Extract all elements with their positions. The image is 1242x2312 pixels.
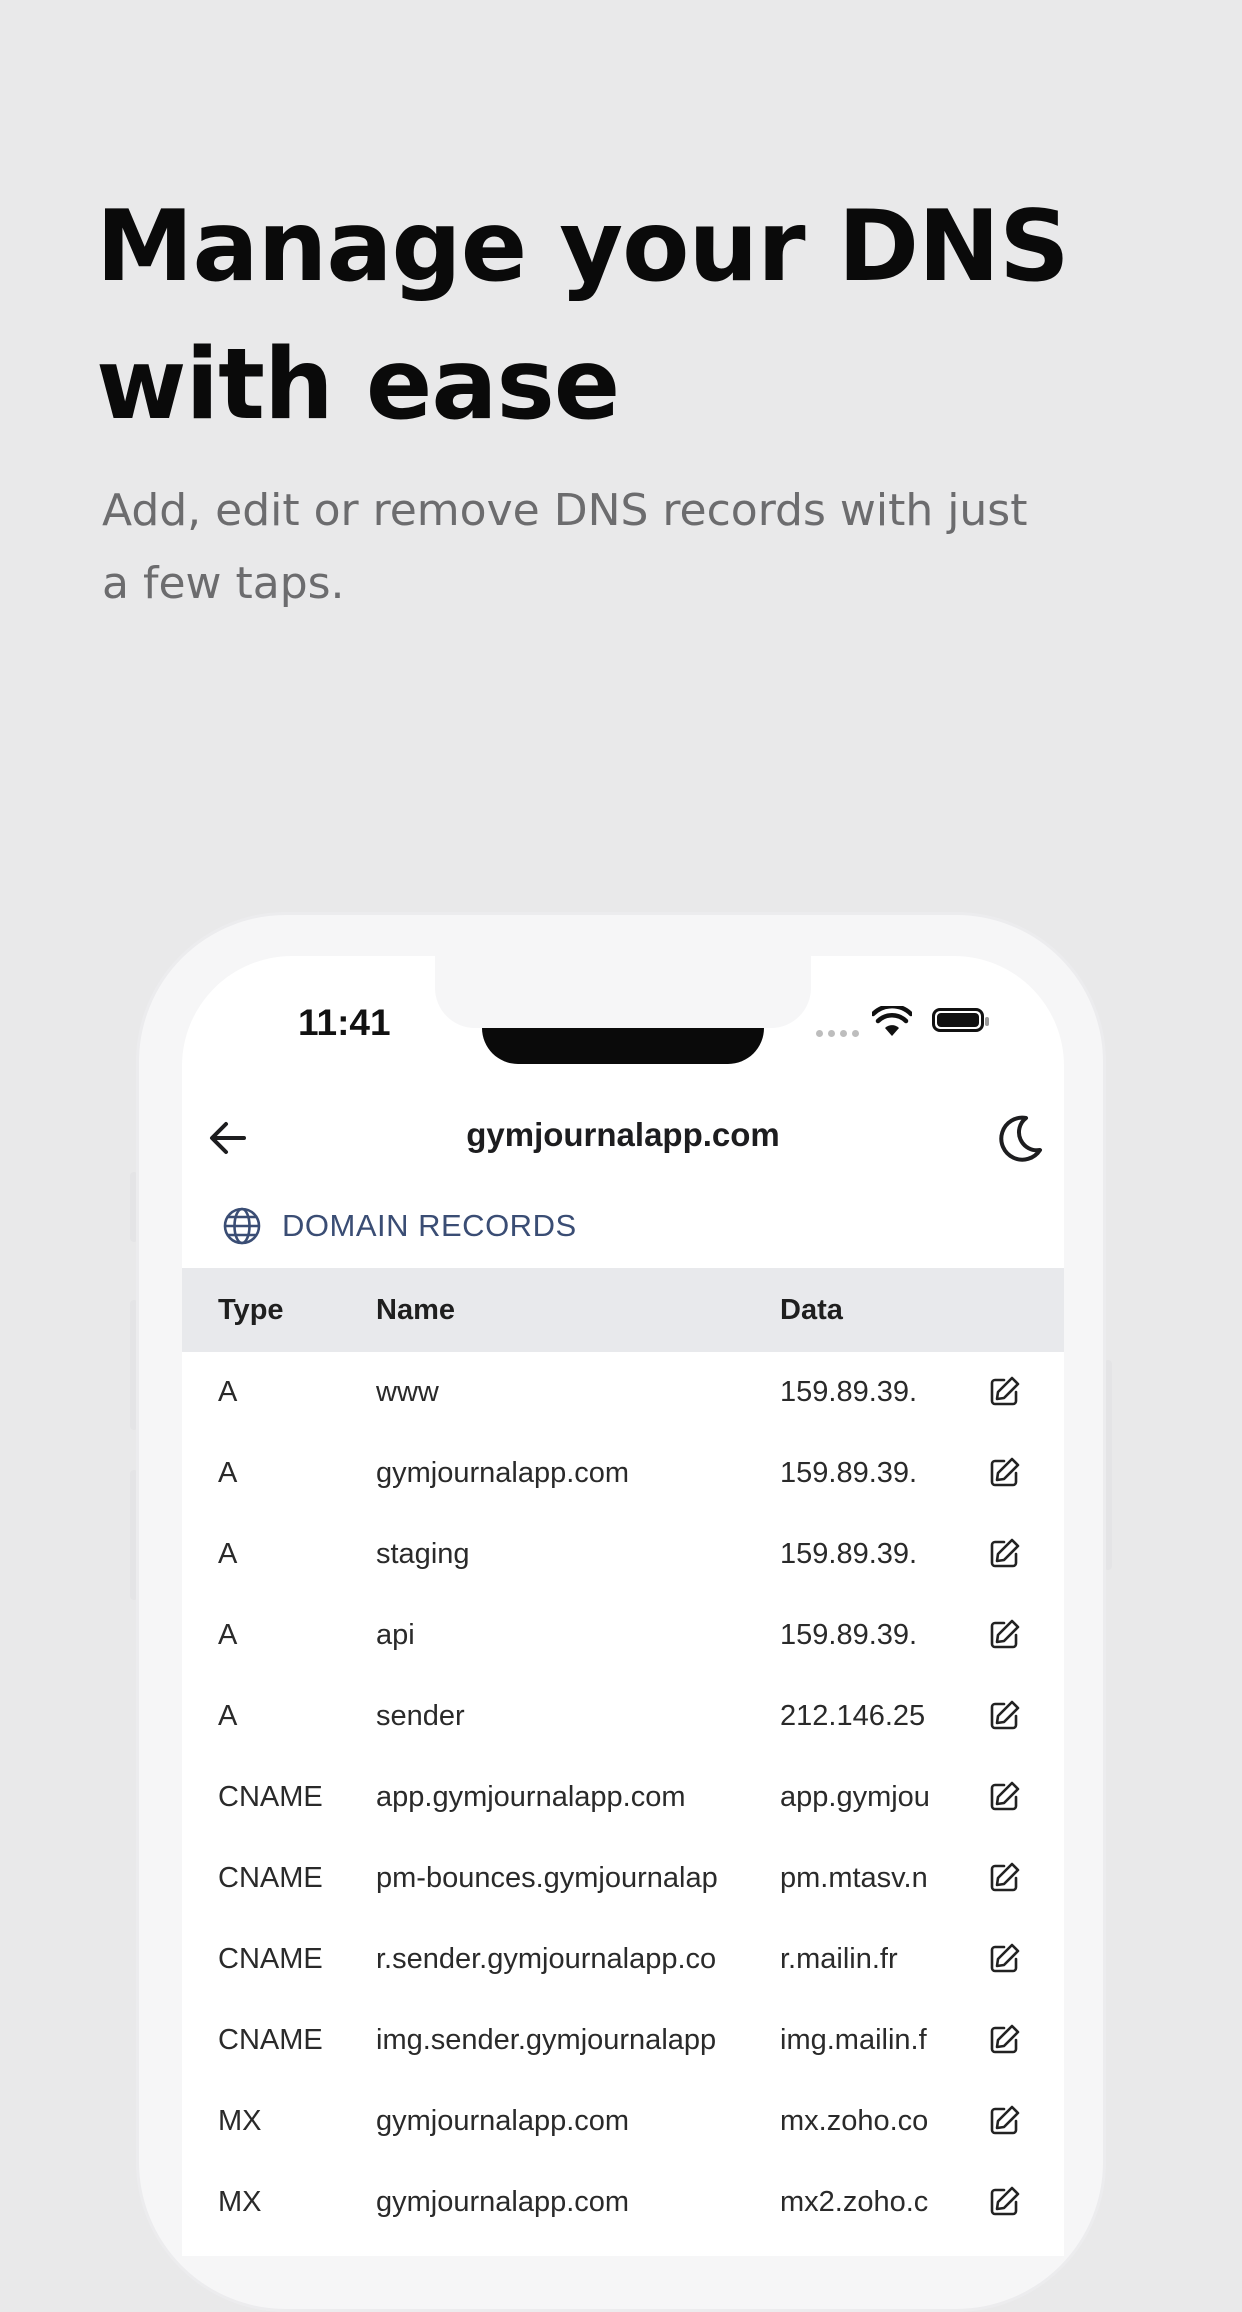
- globe-icon: [223, 1207, 261, 1245]
- record-data-cell: 159.89.39.: [780, 1538, 918, 1570]
- wifi-icon: [872, 1006, 912, 1036]
- edit-record-icon[interactable]: [988, 1779, 1022, 1818]
- record-type-cell: MX: [218, 2105, 262, 2137]
- record-data-cell: mx.zoho.co: [780, 2105, 929, 2137]
- edit-record-icon[interactable]: [988, 1698, 1022, 1737]
- page-title: gymjournalapp.com: [466, 1116, 780, 1153]
- edit-record-icon[interactable]: [988, 2103, 1022, 2142]
- table-row[interactable]: MX gymjournalapp.com mx2.zoho.c: [182, 2162, 1064, 2243]
- record-type-cell: CNAME: [218, 1943, 323, 1975]
- record-name-cell: img.sender.gymjournalapp: [376, 2024, 717, 2056]
- record-type-cell: MX: [218, 2186, 262, 2218]
- record-name-cell: app.gymjournalapp.com: [376, 1781, 686, 1813]
- record-name-cell: pm-bounces.gymjournalap: [376, 1862, 718, 1894]
- dark-mode-moon-icon[interactable]: [992, 1110, 1048, 1166]
- record-data-cell: 159.89.39.: [780, 1457, 918, 1489]
- record-name-cell: r.sender.gymjournalapp.co: [376, 1943, 717, 1975]
- table-header: Type Name Data: [182, 1268, 1064, 1352]
- signal-icon: [816, 1030, 859, 1037]
- record-type-cell: A: [218, 1619, 238, 1651]
- edit-record-icon[interactable]: [988, 2022, 1022, 2061]
- record-data-cell: app.gymjou: [780, 1781, 930, 1813]
- table-row[interactable]: Agymjournalapp.com 159.89.39.: [182, 1433, 1064, 1514]
- record-type-cell: A: [218, 1538, 238, 1570]
- edit-record-icon[interactable]: [988, 1617, 1022, 1656]
- status-time: 11:41: [298, 1002, 391, 1043]
- edit-record-icon[interactable]: [988, 1860, 1022, 1899]
- edit-record-icon[interactable]: [988, 1536, 1022, 1575]
- table-row[interactable]: Asender 212.146.25: [182, 1676, 1064, 1757]
- record-type-cell: CNAME: [218, 1781, 323, 1813]
- record-type-cell: CNAME: [218, 2024, 323, 2056]
- battery-icon: [932, 1008, 989, 1032]
- record-data-cell: pm.mtasv.n: [780, 1862, 928, 1894]
- record-type-cell: A: [218, 1376, 238, 1408]
- section-label: DOMAIN RECORDS: [282, 1208, 577, 1243]
- record-data-cell: 212.146.25: [780, 1700, 926, 1732]
- edit-record-icon[interactable]: [988, 1455, 1022, 1494]
- record-data-cell: 159.89.39.: [780, 1376, 918, 1408]
- table-row[interactable]: Awww 159.89.39.: [182, 1352, 1064, 1433]
- record-name-cell: staging: [376, 1538, 470, 1570]
- hero-subtitle: Add, edit or remove DNS records with jus…: [102, 485, 1028, 609]
- column-header-data: Data: [780, 1294, 843, 1326]
- record-name-cell: sender: [376, 1700, 465, 1732]
- record-type-cell: CNAME: [218, 1862, 323, 1894]
- table-row[interactable]: Aapi 159.89.39.: [182, 1595, 1064, 1676]
- edit-record-icon[interactable]: [988, 1941, 1022, 1980]
- table-row[interactable]: CNAME app.gymjournalapp.com app.gymjou: [182, 1757, 1064, 1838]
- record-data-cell: r.mailin.fr: [780, 1943, 898, 1975]
- table-row[interactable]: CNAME pm-bounces.gymjournalap pm.mtasv.n: [182, 1838, 1064, 1919]
- table-row[interactable]: MX gymjournalapp.com mx.zoho.co: [182, 2081, 1064, 2162]
- phone-screen: 11:41 gymjournalapp.com DOMAIN RECORDS T…: [182, 956, 1064, 2256]
- record-name-cell: www: [376, 1376, 439, 1408]
- record-data-cell: mx2.zoho.c: [780, 2186, 929, 2218]
- edit-record-icon[interactable]: [988, 1374, 1022, 1413]
- record-name-cell: api: [376, 1619, 415, 1651]
- record-name-cell: gymjournalapp.com: [376, 2186, 630, 2218]
- record-name-cell: gymjournalapp.com: [376, 1457, 630, 1489]
- record-data-cell: img.mailin.f: [780, 2024, 927, 2056]
- section-header: DOMAIN RECORDS: [222, 1206, 577, 1246]
- notch-area: [435, 956, 811, 1028]
- record-type-cell: A: [218, 1700, 238, 1732]
- column-header-type: Type: [218, 1294, 284, 1326]
- hero-title: Manage your DNS with ease: [96, 190, 1070, 442]
- record-type-cell: A: [218, 1457, 238, 1489]
- table-row[interactable]: CNAME r.sender.gymjournalapp.co r.mailin.f…: [182, 1919, 1064, 2000]
- camera-notch: [482, 1028, 764, 1064]
- table-row[interactable]: CNAME img.sender.gymjournalapp img.mailin.…: [182, 2000, 1064, 2081]
- record-data-cell: 159.89.39.: [780, 1619, 918, 1651]
- column-header-name: Name: [376, 1294, 455, 1326]
- record-name-cell: gymjournalapp.com: [376, 2105, 630, 2137]
- table-row[interactable]: Astaging 159.89.39.: [182, 1514, 1064, 1595]
- edit-record-icon[interactable]: [988, 2184, 1022, 2223]
